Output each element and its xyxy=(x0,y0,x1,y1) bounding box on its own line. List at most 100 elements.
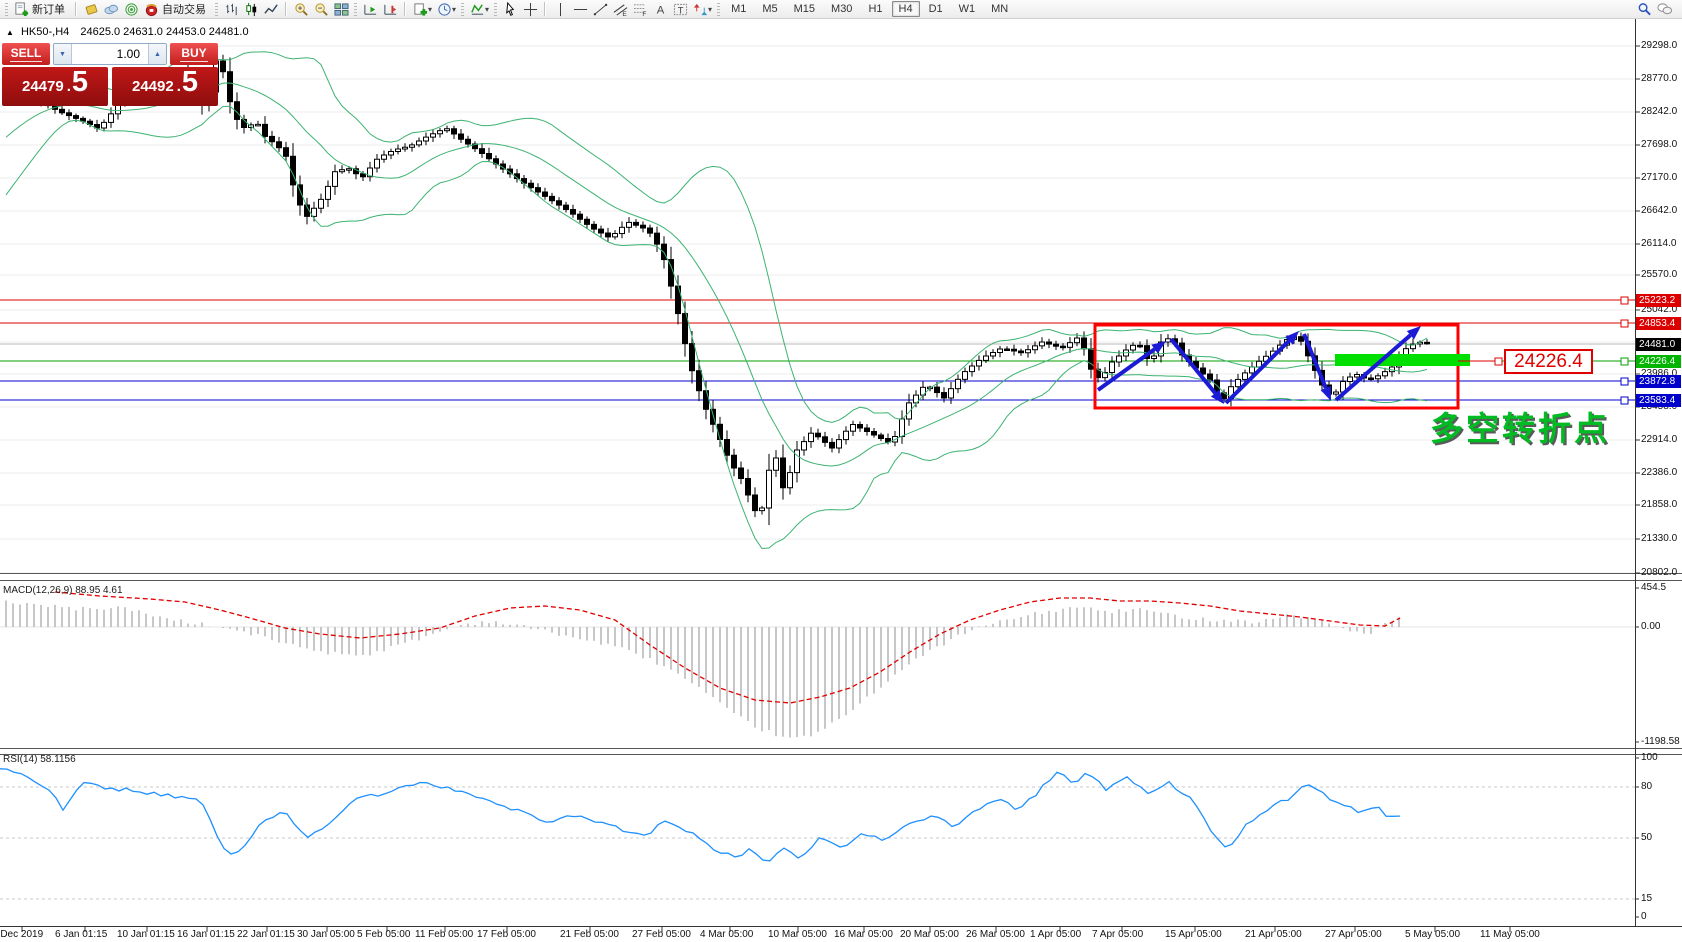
candle xyxy=(340,165,345,173)
toolbar: 新订单 自动交易 ▾ ▾ ▾ EFAT ▾ M1M5M15M30H1H4D1W1MN xyxy=(0,0,1682,19)
chart-shift-icon[interactable] xyxy=(380,1,400,18)
period-icon[interactable] xyxy=(434,1,454,18)
time-axis-label: 5 Feb 05:00 xyxy=(357,929,410,940)
cursor-icon[interactable] xyxy=(500,1,520,18)
tile-windows-icon[interactable] xyxy=(331,1,351,18)
candle xyxy=(816,429,821,440)
candle xyxy=(634,219,639,228)
horizontal-line-icon[interactable] xyxy=(570,1,590,18)
candle xyxy=(823,432,828,447)
time-axis-label: 10 Jan 01:15 xyxy=(117,929,175,940)
line-handle[interactable] xyxy=(1621,358,1628,365)
buy-button[interactable]: BUY xyxy=(170,43,218,65)
zoom-out-icon[interactable] xyxy=(311,1,331,18)
chat-icon[interactable] xyxy=(1654,1,1674,18)
candle xyxy=(326,181,331,207)
radar-icon[interactable] xyxy=(121,1,141,18)
arrows-icon[interactable] xyxy=(690,1,710,18)
volume-increase-button[interactable]: ▲ xyxy=(148,44,166,64)
candle xyxy=(788,465,793,494)
candle xyxy=(1369,374,1374,381)
toolbar-drag-handle xyxy=(5,3,8,16)
sell-price-dot: . xyxy=(67,78,71,95)
autotrade-button[interactable]: 自动交易 xyxy=(162,1,206,17)
candle xyxy=(382,151,387,163)
annotation-price-label[interactable]: 24226.4 xyxy=(1504,349,1593,374)
timeframe-button-d1[interactable]: D1 xyxy=(922,1,950,17)
timeframe-button-mn[interactable]: MN xyxy=(984,1,1015,17)
timeframe-button-m15[interactable]: M15 xyxy=(787,1,822,17)
candle xyxy=(417,138,422,148)
buy-price-dot: . xyxy=(177,78,181,95)
notepad-icon[interactable] xyxy=(81,1,101,18)
auto-scroll-icon[interactable] xyxy=(360,1,380,18)
zoom-in-icon[interactable] xyxy=(291,1,311,18)
line-handle[interactable] xyxy=(1621,320,1628,327)
text-icon[interactable]: A xyxy=(650,1,670,18)
candle xyxy=(424,133,429,146)
sell-button[interactable]: SELL xyxy=(2,43,50,65)
axis-tick-label: 15 xyxy=(1641,893,1652,904)
chevron-down-icon[interactable]: ▾ xyxy=(452,5,456,14)
line-handle[interactable] xyxy=(1621,297,1628,304)
time-axis-label: 5 May 05:00 xyxy=(1405,929,1460,940)
crosshair-icon[interactable] xyxy=(520,1,540,18)
fibonacci-icon[interactable]: F xyxy=(630,1,650,18)
axis-tick-label: -1198.58 xyxy=(1641,736,1680,747)
chevron-down-icon[interactable]: ▾ xyxy=(428,5,432,14)
candle xyxy=(487,148,492,162)
price-level-label: 24481.0 xyxy=(1636,338,1681,351)
search-icon[interactable] xyxy=(1634,1,1654,18)
sell-price-tile[interactable]: 24479 . 5 xyxy=(2,67,108,106)
indicators-icon[interactable] xyxy=(467,1,487,18)
time-axis-label: 10 Mar 05:00 xyxy=(768,929,827,940)
timeframe-button-m30[interactable]: M30 xyxy=(824,1,859,17)
equidistant-channel-icon[interactable]: E xyxy=(610,1,630,18)
timeframe-button-m1[interactable]: M1 xyxy=(724,1,753,17)
candle xyxy=(809,427,814,448)
toolbar-separator xyxy=(404,2,406,16)
timeframe-button-m5[interactable]: M5 xyxy=(755,1,784,17)
annotation-text-cn[interactable]: 多空转折点 xyxy=(1430,402,1610,450)
buy-price-tile[interactable]: 24492 . 5 xyxy=(112,67,218,106)
ohlc-bars-icon[interactable] xyxy=(221,1,241,18)
timeframe-button-h1[interactable]: H1 xyxy=(861,1,889,17)
candle xyxy=(900,410,905,444)
candle xyxy=(690,331,695,383)
candlestick-icon[interactable] xyxy=(241,1,261,18)
chart-canvas[interactable] xyxy=(0,0,1682,942)
line-handle[interactable] xyxy=(1621,378,1628,385)
text-label-icon[interactable]: T xyxy=(670,1,690,18)
vertical-line-icon[interactable] xyxy=(550,1,570,18)
time-axis-label: 22 Jan 01:15 xyxy=(237,929,295,940)
candle xyxy=(627,217,632,233)
timeframe-button-w1[interactable]: W1 xyxy=(952,1,983,17)
new-order-icon[interactable] xyxy=(11,1,31,18)
volume-value[interactable]: 1.00 xyxy=(72,44,148,64)
candle xyxy=(410,143,415,152)
timeframe-button-h4[interactable]: H4 xyxy=(892,1,920,17)
line-handle[interactable] xyxy=(1621,397,1628,404)
mt4-window: 新订单自动交易▾▾▾EFAT▾M1M5M15M30H1H4D1W1MN ▲ HK… xyxy=(0,0,1682,942)
line-chart-icon[interactable] xyxy=(261,1,281,18)
chevron-down-icon[interactable]: ▾ xyxy=(485,5,489,14)
candle xyxy=(648,225,653,238)
candle xyxy=(795,441,800,482)
new-order-button[interactable]: 新订单 xyxy=(32,1,65,17)
template-icon[interactable] xyxy=(410,1,430,18)
volume-decrease-button[interactable]: ▼ xyxy=(54,44,72,64)
candle xyxy=(991,349,996,359)
cloud-icon[interactable] xyxy=(101,1,121,18)
line-handle[interactable] xyxy=(1495,358,1502,365)
green-bar-annotation[interactable] xyxy=(1335,354,1470,366)
candle xyxy=(578,211,583,223)
trend-arrow[interactable] xyxy=(1171,339,1224,404)
chevron-down-icon[interactable]: ▾ xyxy=(708,5,712,14)
price-level-label: 23872.8 xyxy=(1636,375,1681,388)
price-level-label: 23583.4 xyxy=(1636,394,1681,407)
candle xyxy=(438,128,443,138)
candle xyxy=(95,120,100,132)
autotrade-icon[interactable] xyxy=(141,1,161,18)
trendline-icon[interactable] xyxy=(590,1,610,18)
buy-price-pips: 5 xyxy=(182,67,198,97)
